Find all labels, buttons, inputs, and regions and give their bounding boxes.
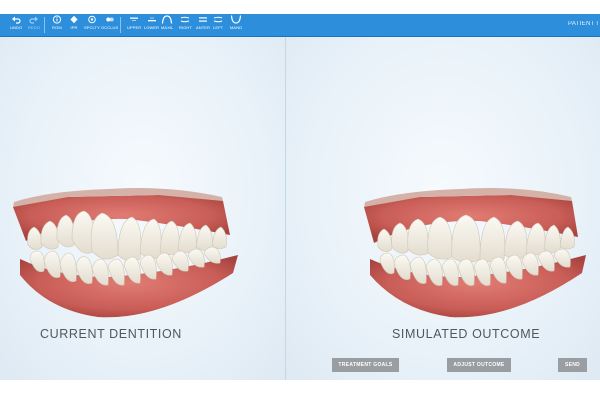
right-label: RIGHT xyxy=(179,25,192,30)
bottom-strip xyxy=(0,380,600,400)
simulated-outcome-panel[interactable]: SIMULATED OUTCOME xyxy=(286,37,600,380)
simulated-outcome-title: SIMULATED OUTCOME xyxy=(392,327,541,341)
anter-label: ANTER xyxy=(196,25,211,30)
ipr-label: IPR xyxy=(70,25,78,30)
undo-button[interactable]: UNDO xyxy=(10,15,22,30)
patient-label[interactable]: PATIENT I xyxy=(568,21,600,27)
rom-button[interactable]: ROM xyxy=(52,15,62,30)
lower-label: LOWER xyxy=(144,25,160,30)
lower-arch-icon xyxy=(147,17,156,22)
send-button[interactable]: SEND xyxy=(558,358,587,372)
spclty-label: SPCLTY xyxy=(84,25,100,30)
current-dentition-title: CURRENT DENTITION xyxy=(40,327,182,341)
mand-button[interactable]: MAND xyxy=(230,15,242,30)
mandible-icon xyxy=(230,15,242,24)
upper-label: UPPER xyxy=(127,25,142,30)
ipr-button[interactable]: IPR xyxy=(69,15,79,30)
crosshair-icon xyxy=(88,15,96,24)
undo-icon xyxy=(12,16,21,24)
left-label: LEFT xyxy=(213,25,224,30)
left-view-icon xyxy=(213,16,223,23)
undo-label: UNDO xyxy=(10,25,23,30)
occlus-button[interactable]: OCCLUS xyxy=(101,15,118,30)
maxil-label: MAXIL xyxy=(161,25,174,30)
redo-icon xyxy=(29,16,38,24)
lower-button[interactable]: LOWER xyxy=(144,15,159,30)
right-view-icon xyxy=(181,16,190,23)
redo-label: REDO xyxy=(28,25,40,30)
treatment-goals-button[interactable]: TREATMENT GOALS xyxy=(332,358,399,372)
spclty-button[interactable]: SPCLTY xyxy=(84,15,100,30)
anter-button[interactable]: ANTER xyxy=(196,15,210,30)
anterior-view-icon xyxy=(199,17,208,22)
occlusion-icon xyxy=(105,17,114,22)
simulated-outcome-model[interactable] xyxy=(360,155,590,355)
info-icon xyxy=(52,15,62,24)
adjust-outcome-button[interactable]: ADJUST OUTCOME xyxy=(447,358,511,372)
toolbar-separator xyxy=(44,17,45,33)
mand-label: MAND xyxy=(230,25,243,30)
rom-label: ROM xyxy=(52,25,62,30)
toolbar: UNDO REDO ROM IPR SPCLTY OCCLUS UPPER LO… xyxy=(0,14,600,37)
current-dentition-model[interactable] xyxy=(8,155,243,355)
diamond-icon xyxy=(70,15,78,24)
top-strip xyxy=(0,0,600,14)
occlus-label: OCCLUS xyxy=(101,25,119,30)
toolbar-separator xyxy=(120,17,121,33)
upper-arch-icon xyxy=(130,17,139,21)
maxil-button[interactable]: MAXIL xyxy=(161,15,174,30)
maxilla-icon xyxy=(162,15,173,24)
redo-button[interactable]: REDO xyxy=(28,15,40,30)
upper-button[interactable]: UPPER xyxy=(127,15,141,30)
left-button[interactable]: LEFT xyxy=(213,15,223,30)
current-dentition-panel[interactable]: CURRENT DENTITION xyxy=(0,37,285,380)
right-button[interactable]: RIGHT xyxy=(179,15,192,30)
